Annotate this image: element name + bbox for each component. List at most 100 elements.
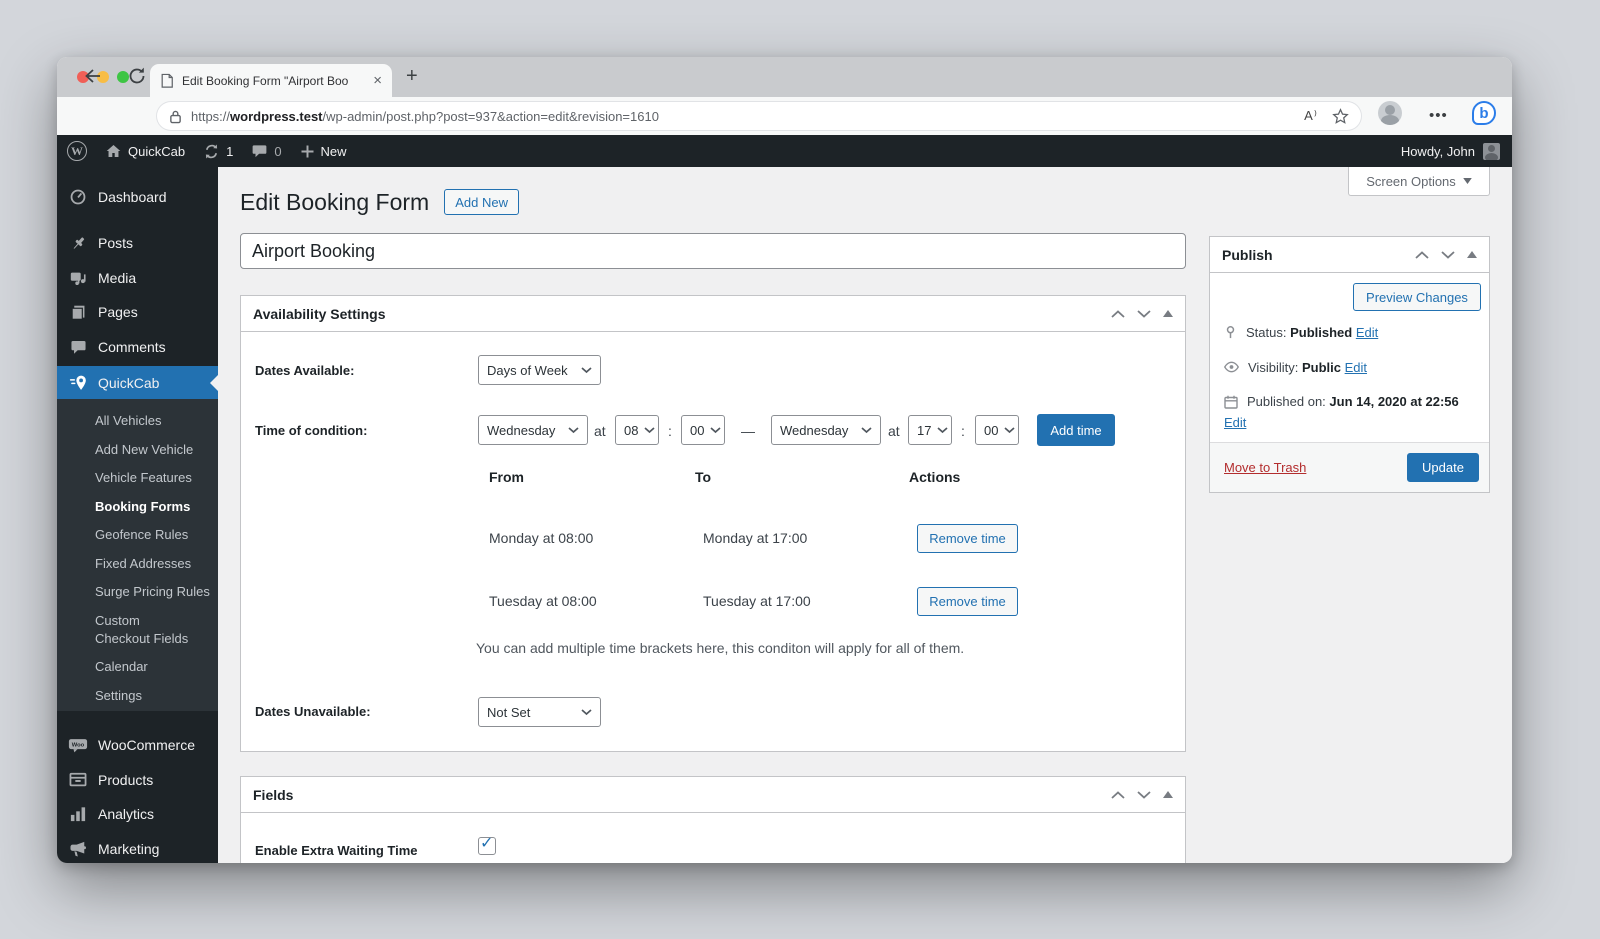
collapse-toggle-icon[interactable] — [1163, 310, 1173, 317]
tab-close-icon[interactable]: × — [373, 73, 382, 88]
profile-avatar-icon — [1378, 101, 1402, 125]
browser-tab-strip: Edit Booking Form "Airport Boo × + — [57, 57, 1512, 97]
sidebar-item-analytics[interactable]: Analytics — [57, 797, 218, 831]
pushpin-icon — [68, 235, 88, 252]
sidebar-item-posts[interactable]: Posts — [57, 226, 218, 260]
browser-tab[interactable]: Edit Booking Form "Airport Boo × — [150, 64, 392, 97]
to-day-select[interactable]: Wednesday — [771, 415, 881, 445]
submenu-calendar[interactable]: Calendar — [57, 658, 218, 676]
to-hour-select[interactable]: 17 — [908, 415, 952, 445]
dates-available-select[interactable]: Days of Week — [478, 355, 601, 385]
dates-unavailable-select[interactable]: Not Set — [478, 697, 601, 727]
browser-profile-avatar[interactable] — [1378, 101, 1402, 125]
updates-count: 1 — [226, 143, 234, 159]
edit-status-link[interactable]: Edit — [1356, 325, 1378, 340]
account-menu[interactable]: Howdy, John — [1401, 142, 1512, 160]
sidebar-label: Posts — [98, 235, 134, 251]
reload-icon[interactable] — [127, 66, 147, 86]
new-label: New — [320, 143, 347, 159]
site-name-menu[interactable]: QuickCab — [96, 135, 194, 167]
favorite-star-icon[interactable] — [1332, 107, 1349, 125]
new-tab-button[interactable]: + — [406, 65, 418, 88]
sidebar-item-dashboard[interactable]: Dashboard — [57, 180, 218, 214]
bar-chart-icon — [68, 806, 88, 822]
url-host: wordpress.test — [230, 108, 323, 124]
sidebar-item-marketing[interactable]: Marketing — [57, 832, 218, 863]
published-on-value: Jun 14, 2020 at 22:56 — [1329, 394, 1459, 409]
move-up-icon[interactable] — [1415, 251, 1429, 259]
address-bar[interactable]: https://wordpress.test/wp-admin/post.php… — [157, 102, 1361, 130]
sidebar-item-quickcab[interactable]: QuickCab — [57, 366, 218, 399]
submenu-custom-checkout-fields[interactable]: Custom Checkout Fields — [57, 612, 218, 648]
submenu-surge-pricing-rules[interactable]: Surge Pricing Rules — [57, 583, 218, 601]
ellipsis-icon: ••• — [1429, 107, 1448, 124]
bing-discover-icon[interactable]: b — [1472, 101, 1496, 125]
wp-logo-menu[interactable]: W — [57, 135, 96, 167]
url-path: /wp-admin/post.php?post=937&action=edit&… — [322, 108, 659, 124]
selected-value: Days of Week — [487, 362, 568, 378]
submenu-fixed-addresses[interactable]: Fixed Addresses — [57, 555, 218, 573]
to-minute-select[interactable]: 00 — [975, 415, 1019, 445]
panel-title: Fields — [253, 786, 294, 803]
selected-value: Not Set — [487, 704, 531, 720]
status-row: Status: Published Edit — [1224, 325, 1378, 340]
back-icon[interactable] — [83, 66, 103, 86]
sidebar-label: WooCommerce — [98, 737, 195, 753]
submenu-vehicle-features[interactable]: Vehicle Features — [57, 469, 218, 487]
comments-icon — [68, 339, 88, 355]
submenu-settings[interactable]: Settings — [57, 687, 218, 705]
eye-icon — [1224, 361, 1239, 373]
sidebar-item-pages[interactable]: Pages — [57, 295, 218, 329]
edit-published-link[interactable]: Edit — [1224, 415, 1246, 430]
megaphone-icon — [68, 841, 88, 858]
visibility-label: Visibility: — [1248, 360, 1299, 375]
lock-icon[interactable] — [169, 109, 182, 124]
visibility-text: Visibility: Public Edit — [1248, 360, 1367, 375]
chevron-down-icon — [644, 427, 655, 434]
browser-window: Edit Booking Form "Airport Boo × + https… — [57, 57, 1512, 863]
remove-time-button[interactable]: Remove time — [917, 524, 1018, 553]
comments-menu[interactable]: 0 — [242, 135, 290, 167]
from-hour-select[interactable]: 08 — [615, 415, 659, 445]
preview-changes-button[interactable]: Preview Changes — [1353, 283, 1481, 311]
sidebar-item-media[interactable]: Media — [57, 261, 218, 295]
selected-value: 00 — [984, 422, 999, 438]
move-down-icon[interactable] — [1137, 791, 1151, 799]
chevron-down-icon — [1004, 427, 1015, 434]
remove-time-button[interactable]: Remove time — [917, 587, 1018, 616]
move-up-icon[interactable] — [1111, 310, 1125, 318]
wp-admin-bar: W QuickCab 1 0 New Howdy, John — [57, 135, 1512, 167]
submenu-all-vehicles[interactable]: All Vehicles — [57, 412, 218, 430]
status-label: Status: — [1246, 325, 1287, 340]
workspace: Dashboard Posts Media Pages Comments Qui… — [57, 167, 1512, 863]
move-down-icon[interactable] — [1137, 310, 1151, 318]
sidebar-item-comments[interactable]: Comments — [57, 330, 218, 364]
edit-visibility-link[interactable]: Edit — [1345, 360, 1367, 375]
submenu-add-new-vehicle[interactable]: Add New Vehicle — [57, 441, 218, 459]
submenu-geofence-rules[interactable]: Geofence Rules — [57, 526, 218, 544]
from-minute-select[interactable]: 00 — [681, 415, 725, 445]
screen-options-tab[interactable]: Screen Options — [1348, 167, 1490, 196]
extra-waiting-checkbox[interactable]: ✓ — [478, 835, 496, 855]
read-aloud-icon[interactable]: A⁾ — [1304, 108, 1318, 124]
panel-header: Availability Settings — [241, 296, 1185, 332]
move-up-icon[interactable] — [1111, 791, 1125, 799]
new-content-menu[interactable]: New — [291, 135, 356, 167]
collapse-toggle-icon[interactable] — [1163, 791, 1173, 798]
submenu-booking-forms[interactable]: Booking Forms — [57, 498, 218, 516]
collapse-toggle-icon[interactable] — [1467, 251, 1477, 258]
updates-menu[interactable]: 1 — [194, 135, 242, 167]
browser-menu-icon[interactable]: •••↑ — [1429, 107, 1512, 124]
add-time-button[interactable]: Add time — [1037, 414, 1115, 446]
range-separator: — — [741, 423, 755, 439]
update-button[interactable]: Update — [1407, 453, 1479, 482]
move-to-trash-link[interactable]: Move to Trash — [1224, 460, 1306, 475]
post-title-input[interactable] — [240, 233, 1186, 269]
add-new-button[interactable]: Add New — [444, 189, 519, 215]
sidebar-item-products[interactable]: Products — [57, 763, 218, 797]
page-title: Edit Booking Form — [240, 189, 430, 215]
move-down-icon[interactable] — [1441, 251, 1455, 259]
selected-value: 17 — [917, 422, 932, 438]
from-day-select[interactable]: Wednesday — [478, 415, 588, 445]
sidebar-item-woocommerce[interactable]: Woo WooCommerce — [57, 728, 218, 762]
